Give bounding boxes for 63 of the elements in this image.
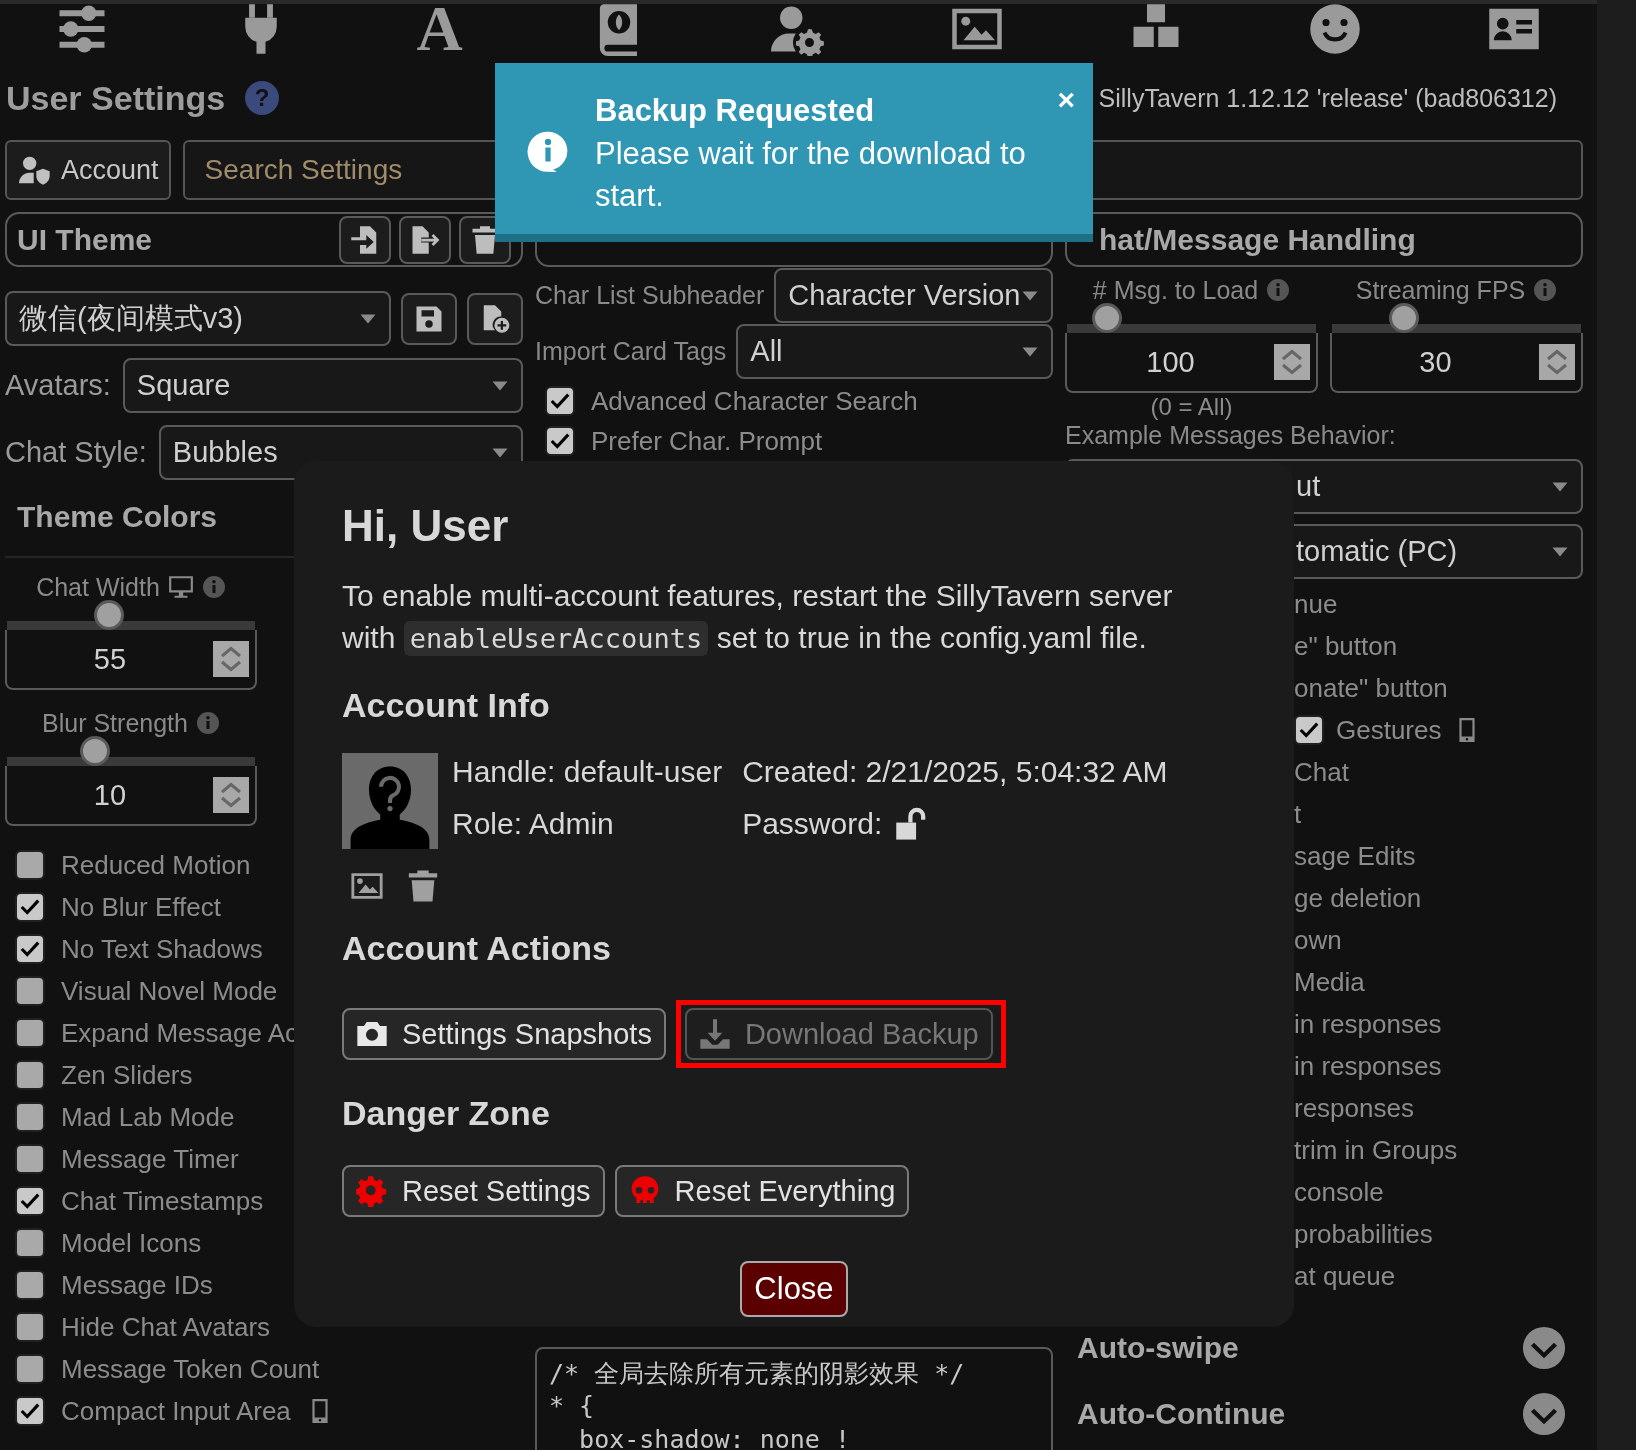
option-label: Message Timer bbox=[61, 1143, 239, 1175]
option-label: Model Icons bbox=[61, 1227, 202, 1259]
dialog-title: Hi, User bbox=[342, 501, 510, 551]
option-label: probabilities bbox=[1294, 1218, 1433, 1250]
option-label: Gestures bbox=[1336, 714, 1442, 746]
section-title: hat/Message Handling bbox=[1098, 222, 1416, 257]
option-label: Compact Input Area bbox=[61, 1395, 291, 1427]
option-label: Reduced Motion bbox=[61, 849, 251, 881]
hint-text: (0 = All) bbox=[1149, 393, 1234, 421]
field-label: Example Messages Behavior: bbox=[1065, 421, 1397, 449]
section-title: Auto-Continue bbox=[1077, 1397, 1286, 1431]
option-label: Zen Sliders bbox=[61, 1059, 193, 1091]
handle-text: Handle: default-user bbox=[452, 755, 723, 789]
option-label: Media bbox=[1294, 966, 1365, 998]
role-text: Role: Admin bbox=[452, 807, 615, 841]
option-label: No Blur Effect bbox=[61, 891, 221, 923]
option-label: console bbox=[1294, 1176, 1384, 1208]
toast-message: Please wait for the download to start. bbox=[595, 135, 1027, 215]
code-line: /* 全局去除所有元素的阴影效果 */ bbox=[549, 1358, 966, 1390]
option-label: Mad Lab Mode bbox=[61, 1101, 235, 1133]
section-title: UI Theme bbox=[17, 222, 153, 257]
option-label: ge deletion bbox=[1294, 882, 1422, 914]
password-label: Password: bbox=[742, 807, 883, 841]
option-label: at queue bbox=[1294, 1260, 1396, 1292]
option-label: sage Edits bbox=[1294, 840, 1416, 872]
option-label: in responses bbox=[1294, 1008, 1442, 1040]
option-label: Chat bbox=[1294, 756, 1349, 788]
option-label: Message Token Count bbox=[61, 1353, 320, 1385]
section-title: Danger Zone bbox=[342, 1094, 551, 1133]
code-line: * { bbox=[549, 1391, 596, 1422]
option-label: trim in Groups bbox=[1294, 1134, 1458, 1166]
option-label: No Text Shadows bbox=[61, 933, 263, 965]
option-label: Hide Chat Avatars bbox=[61, 1311, 271, 1343]
slider-label: Blur Strength bbox=[42, 708, 188, 738]
field-label: Import Card Tags bbox=[535, 337, 727, 366]
section-title: Account Info bbox=[342, 686, 551, 725]
option-label: responses bbox=[1294, 1092, 1414, 1124]
intro-text: To enable multi-account features, restart the SillyTavern server with enableUserAccounts set to true in the config.yaml file. bbox=[342, 578, 1174, 658]
option-label: Chat Timestamps bbox=[61, 1185, 264, 1217]
version-text: SillyTavern 1.12.12 'release' (bad806312) bbox=[1098, 83, 1557, 113]
slider-label: Streaming FPS bbox=[1355, 275, 1526, 305]
page-title: User Settings bbox=[6, 78, 226, 118]
field-label: Char List Subheader bbox=[535, 281, 765, 310]
section-title: Theme Colors bbox=[17, 500, 218, 535]
option-label: Advanced Character Search bbox=[591, 385, 918, 417]
option-label: e" button bbox=[1294, 630, 1398, 662]
created-text: Created: 2/21/2025, 5:04:32 AM bbox=[742, 755, 1168, 789]
option-label: Visual Novel Mode bbox=[61, 975, 278, 1007]
option-label: in responses bbox=[1294, 1050, 1442, 1082]
option-label: own bbox=[1294, 924, 1342, 956]
slider-label: # Msg. to Load bbox=[1092, 275, 1259, 305]
option-label: nue bbox=[1294, 588, 1338, 620]
toast-title: Backup Requested bbox=[595, 93, 876, 129]
section-title: Auto-swipe bbox=[1077, 1331, 1239, 1365]
option-label: Prefer Char. Prompt bbox=[591, 425, 823, 457]
code-line: box-shadow: none ! bbox=[578, 1425, 852, 1450]
field-label: Avatars: bbox=[5, 369, 111, 402]
slider-label: Chat Width bbox=[36, 572, 160, 602]
option-label: onate" button bbox=[1294, 672, 1448, 704]
option-label: Message IDs bbox=[61, 1269, 213, 1301]
section-title: Account Actions bbox=[342, 929, 612, 968]
field-label: Chat Style: bbox=[5, 436, 147, 469]
option-label: t bbox=[1294, 798, 1302, 830]
